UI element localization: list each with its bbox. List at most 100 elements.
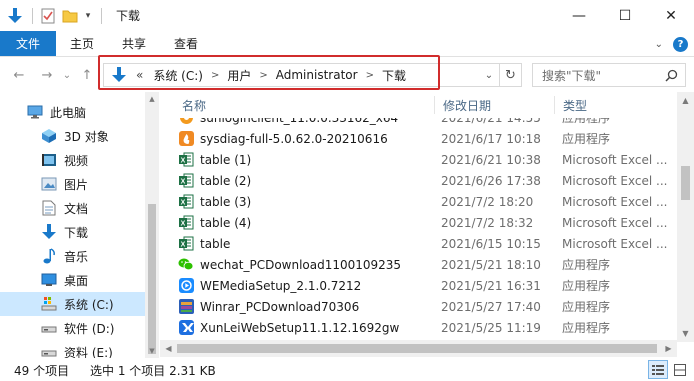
scrollbar-thumb[interactable] bbox=[148, 204, 156, 354]
sidebar-item[interactable]: 桌面 bbox=[0, 268, 145, 292]
file-name-cell: Xtable (1) bbox=[178, 152, 251, 168]
address-bar[interactable]: « 系统 (C:) > 用户 > Administrator > 下载 ⌄ ↻ bbox=[103, 63, 522, 87]
chevron-down-icon[interactable]: ⌄ bbox=[655, 39, 663, 50]
sidebar-item[interactable]: 图片 bbox=[0, 172, 145, 196]
file-row[interactable]: wechat_PCDownload1100109235 2021/5/21 18:… bbox=[178, 254, 677, 275]
file-row[interactable]: XunLeiWebSetup11.1.12.1692gw 2021/5/25 11… bbox=[178, 317, 677, 338]
sidebar-item[interactable]: 音乐 bbox=[0, 244, 145, 268]
toolbar-divider bbox=[32, 7, 33, 24]
new-folder-icon[interactable] bbox=[61, 7, 79, 25]
breadcrumb-item[interactable]: 用户 bbox=[227, 67, 251, 84]
file-row[interactable]: Xtable (4) 2021/7/2 18:32 Microsoft Excel … bbox=[178, 212, 677, 233]
file-type: Microsoft Excel ... bbox=[562, 173, 668, 188]
sidebar-item-label: 下载 bbox=[64, 225, 89, 240]
back-button[interactable]: ← bbox=[8, 64, 30, 86]
help-icon[interactable]: ? bbox=[673, 36, 688, 52]
file-date: 2021/5/27 17:40 bbox=[441, 299, 541, 314]
picture-icon bbox=[40, 175, 58, 193]
sidebar-item[interactable]: 下载 bbox=[0, 220, 145, 244]
address-overflow[interactable]: « bbox=[136, 68, 143, 82]
large-icons-view-icon[interactable] bbox=[670, 360, 690, 379]
file-name: table (2) bbox=[200, 173, 252, 188]
drive-d-icon bbox=[40, 319, 58, 337]
sidebar-item[interactable]: 系统 (C:) bbox=[0, 292, 145, 316]
up-button[interactable]: ↑ bbox=[76, 64, 98, 86]
file-row[interactable]: Winrar_PCDownload70306 2021/5/27 17:40 应用程… bbox=[178, 296, 677, 317]
file-row[interactable]: Xtable (3) 2021/7/2 18:20 Microsoft Excel … bbox=[178, 191, 677, 212]
forward-button[interactable]: → bbox=[36, 64, 58, 86]
file-date: 2021/5/25 11:19 bbox=[441, 320, 541, 335]
search-input[interactable]: 搜索"下载" bbox=[532, 63, 686, 87]
file-name: table bbox=[200, 236, 231, 251]
refresh-icon[interactable]: ↻ bbox=[499, 64, 521, 86]
sidebar-scrollbar[interactable]: ▲ ▼ bbox=[145, 92, 159, 358]
chevron-right-icon[interactable]: > bbox=[211, 70, 219, 81]
excel-icon: X bbox=[178, 173, 194, 189]
file-type: 应用程序 bbox=[562, 258, 611, 272]
file-row[interactable]: sysdiag-full-5.0.62.0-20210616 2021/6/17 … bbox=[178, 128, 677, 149]
file-row[interactable]: Xtable 2021/6/15 10:15 Microsoft Excel ... bbox=[178, 233, 677, 254]
scroll-down-icon[interactable]: ▼ bbox=[145, 344, 159, 358]
close-button[interactable]: ✕ bbox=[648, 0, 694, 31]
breadcrumb-item[interactable]: 系统 (C:) bbox=[153, 67, 203, 84]
column-date[interactable]: 修改日期 bbox=[443, 92, 491, 118]
sidebar-item-label: 桌面 bbox=[64, 273, 89, 288]
file-name: table (4) bbox=[200, 215, 252, 230]
file-name-cell: Xtable (4) bbox=[178, 215, 251, 231]
wemedia-icon bbox=[178, 278, 194, 294]
xunlei-icon bbox=[178, 320, 194, 336]
file-row[interactable]: Xtable (2) 2021/6/26 17:38 Microsoft Excel… bbox=[178, 170, 677, 191]
search-icon[interactable] bbox=[663, 67, 679, 83]
excel-icon: X bbox=[178, 194, 194, 210]
file-row[interactable]: WEMediaSetup_2.1.0.7212 2021/5/21 16:31 应用… bbox=[178, 275, 677, 296]
download-folder-icon bbox=[108, 64, 130, 86]
tab-file[interactable]: 文件 bbox=[0, 31, 57, 56]
properties-icon[interactable] bbox=[39, 7, 57, 25]
file-row[interactable]: Xtable (1) 2021/6/21 10:38 Microsoft Excel… bbox=[178, 149, 677, 170]
sidebar-item[interactable]: 3D 对象 bbox=[0, 124, 145, 148]
file-type: Microsoft Excel ... bbox=[562, 152, 668, 167]
maximize-button[interactable]: ☐ bbox=[602, 0, 648, 31]
horizontal-scrollbar[interactable]: ◀ ▶ bbox=[160, 340, 677, 357]
tab-home[interactable]: 主页 bbox=[56, 31, 108, 56]
scroll-down-icon[interactable]: ▼ bbox=[677, 325, 694, 342]
file-date: 2021/6/26 17:38 bbox=[441, 173, 541, 188]
column-type[interactable]: 类型 bbox=[563, 92, 587, 118]
chevron-right-icon[interactable]: > bbox=[366, 70, 374, 81]
sidebar-item[interactable]: 软件 (D:) bbox=[0, 316, 145, 340]
file-date: 2021/6/15 10:15 bbox=[441, 236, 541, 251]
scrollbar-thumb[interactable] bbox=[177, 344, 657, 353]
column-name[interactable]: 名称 bbox=[182, 92, 206, 118]
drive-c-icon bbox=[40, 295, 58, 313]
address-dropdown-icon[interactable]: ⌄ bbox=[479, 64, 499, 86]
sidebar-item[interactable]: 文档 bbox=[0, 196, 145, 220]
customize-toolbar-icon[interactable]: ▾ bbox=[83, 7, 93, 25]
sidebar-item[interactable]: 此电脑 bbox=[0, 100, 145, 124]
sidebar-item-label: 音乐 bbox=[64, 249, 89, 264]
column-divider[interactable] bbox=[554, 96, 555, 114]
scroll-left-icon[interactable]: ◀ bbox=[160, 340, 177, 357]
file-type: 应用程序 bbox=[562, 279, 611, 293]
tab-view[interactable]: 查看 bbox=[160, 31, 212, 56]
recent-locations-button[interactable]: ⌄ bbox=[60, 64, 74, 86]
column-divider[interactable] bbox=[434, 96, 435, 114]
sidebar-item[interactable]: 视频 bbox=[0, 148, 145, 172]
music-icon bbox=[40, 247, 58, 265]
toolbar-divider bbox=[101, 7, 102, 24]
file-list-scrollbar[interactable]: ▲ ▼ bbox=[677, 92, 694, 342]
3d-objects-icon bbox=[40, 127, 58, 145]
drive-e-icon bbox=[40, 343, 58, 358]
scroll-up-icon[interactable]: ▲ bbox=[145, 92, 159, 106]
window-controls: — ☐ ✕ bbox=[556, 0, 694, 31]
scroll-up-icon[interactable]: ▲ bbox=[677, 92, 694, 109]
scroll-right-icon[interactable]: ▶ bbox=[660, 340, 677, 357]
details-view-icon[interactable] bbox=[648, 360, 668, 379]
tab-share[interactable]: 共享 bbox=[108, 31, 160, 56]
breadcrumb-item[interactable]: 下载 bbox=[382, 67, 406, 84]
scrollbar-thumb[interactable] bbox=[681, 166, 690, 200]
sidebar-item[interactable]: 资料 (E:) bbox=[0, 340, 145, 358]
breadcrumb-item[interactable]: Administrator bbox=[276, 68, 358, 82]
download-arrow-icon[interactable] bbox=[6, 7, 24, 25]
minimize-button[interactable]: — bbox=[556, 0, 602, 31]
chevron-right-icon[interactable]: > bbox=[259, 70, 267, 81]
